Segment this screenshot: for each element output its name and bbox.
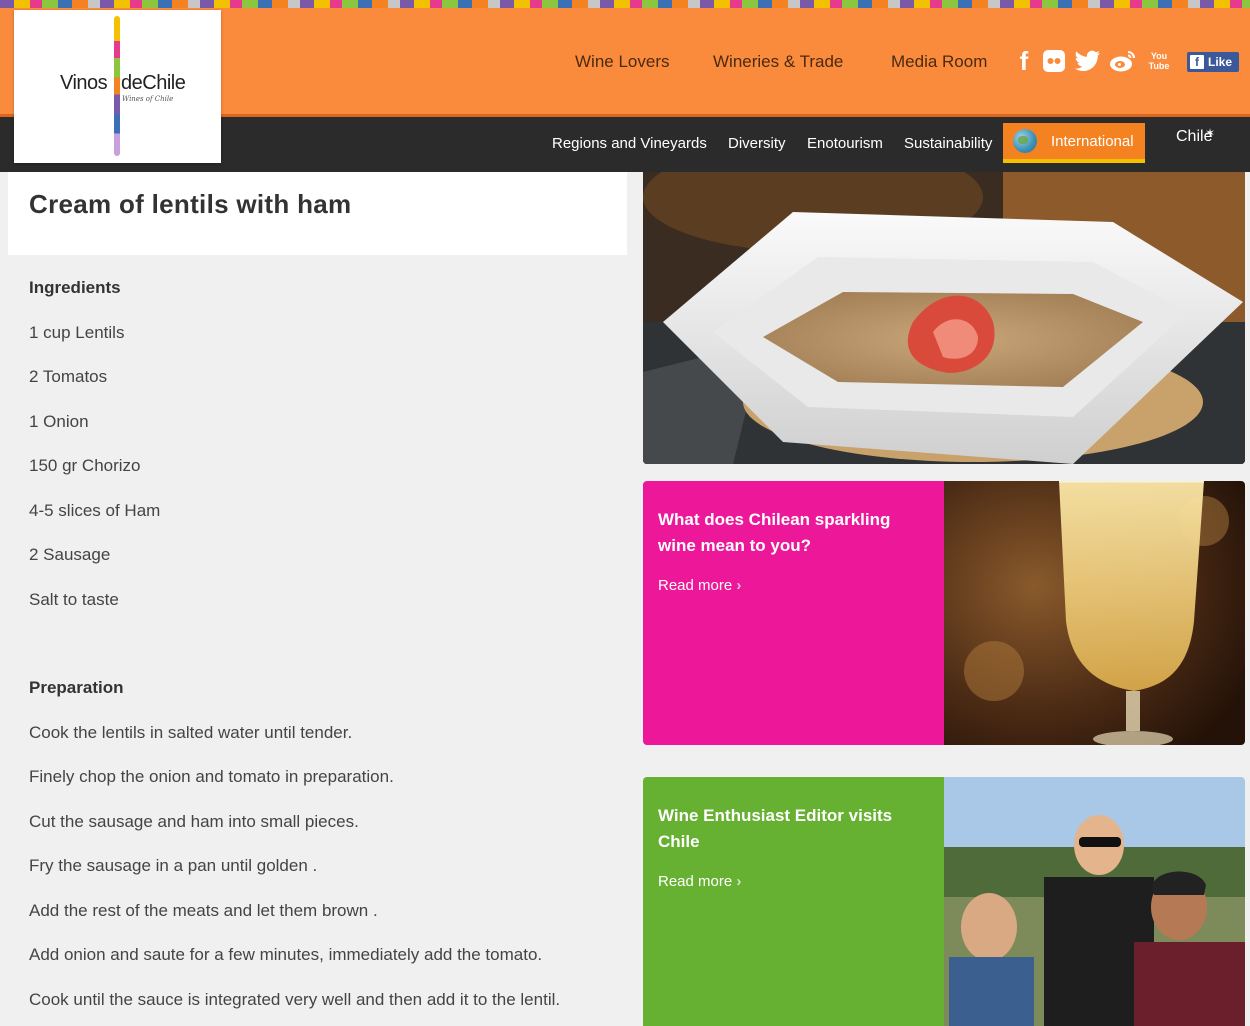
nav-diversity[interactable]: Diversity [728, 135, 786, 152]
chile-star-icon: ✶ [1205, 126, 1216, 140]
weibo-icon[interactable] [1109, 48, 1137, 74]
promo-title: Wine Enthusiast Editor visits Chile [658, 806, 893, 851]
youtube-label: You Tube [1148, 51, 1170, 71]
ingredient-item: Salt to taste [29, 590, 119, 609]
top-nav-wine-lovers[interactable]: Wine Lovers [575, 52, 669, 72]
site-logo[interactable]: Vinos deChile Wines of Chile [14, 10, 221, 163]
facebook-like-label: Like [1208, 55, 1233, 69]
promo-panel: What does Chilean sparkling wine mean to… [643, 481, 944, 745]
promo-card-sparkling[interactable]: What does Chilean sparkling wine mean to… [643, 481, 1245, 745]
ingredient-item: 4-5 slices of Ham [29, 501, 161, 520]
preparation-step: Finely chop the onion and tomato in prep… [29, 767, 394, 786]
facebook-like-button[interactable]: f Like [1187, 52, 1239, 72]
globe-icon [1013, 129, 1037, 153]
ingredient-item: 2 Tomatos [29, 367, 108, 386]
international-button[interactable]: International [1003, 123, 1145, 163]
sparkling-wine-photo [944, 481, 1245, 745]
recipe-title-card: Cream of lentils with ham [8, 172, 627, 255]
ingredient-item: 1 Onion [29, 412, 89, 431]
promo-title: What does Chilean sparkling wine mean to… [658, 510, 891, 555]
promo-card-wine-enthusiast[interactable]: Wine Enthusiast Editor visits Chile Read… [643, 777, 1245, 1026]
chevron-right-icon: › [736, 873, 742, 890]
ingredients-heading: Ingredients [29, 278, 121, 297]
youtube-icon[interactable]: You Tube [1147, 48, 1171, 74]
ingredient-item: 1 cup Lentils [29, 323, 125, 342]
chevron-right-icon: › [736, 577, 742, 594]
nav-enotourism[interactable]: Enotourism [807, 135, 883, 152]
promo-panel: Wine Enthusiast Editor visits Chile Read… [643, 777, 944, 1026]
international-label: International [1051, 132, 1134, 150]
read-more-link[interactable]: Read more › [658, 577, 741, 594]
read-more-label: Read more [658, 577, 733, 594]
preparation-step: Cut the sausage and ham into small piece… [29, 812, 359, 831]
logo-color-bar [114, 16, 120, 156]
logo-tagline: Wines of Chile [122, 95, 174, 103]
top-nav-media-room[interactable]: Media Room [891, 52, 987, 72]
page-title: Cream of lentils with ham [29, 189, 352, 219]
preparation-step: Cook the lentils in salted water until t… [29, 723, 353, 742]
recipe-photo [643, 172, 1245, 464]
read-more-label: Read more [658, 873, 733, 890]
twitter-icon[interactable] [1074, 48, 1102, 74]
facebook-icon[interactable]: f [1014, 46, 1034, 76]
nav-sustainability[interactable]: Sustainability [904, 135, 992, 152]
top-color-stripe [0, 0, 1250, 8]
ingredient-item: 150 gr Chorizo [29, 456, 141, 475]
preparation-step: Fry the sausage in a pan until golden . [29, 856, 318, 875]
logo-text-vinos: Vinos [60, 72, 108, 94]
logo-text-dechile: deChile [121, 72, 186, 94]
preparation-step: Add onion and saute for a few minutes, i… [29, 945, 543, 964]
facebook-small-icon: f [1190, 55, 1204, 69]
top-nav-wineries-trade[interactable]: Wineries & Trade [713, 52, 843, 72]
preparation-heading: Preparation [29, 678, 124, 697]
ingredient-item: 2 Sausage [29, 545, 111, 564]
read-more-link[interactable]: Read more › [658, 873, 741, 890]
preparation-step: Add the rest of the meats and let them b… [29, 901, 378, 920]
nav-regions-vineyards[interactable]: Regions and Vineyards [552, 135, 707, 152]
flickr-icon[interactable] [1041, 48, 1067, 74]
preparation-step: Cook until the sauce is integrated very … [29, 990, 561, 1009]
group-photo [944, 777, 1245, 1026]
